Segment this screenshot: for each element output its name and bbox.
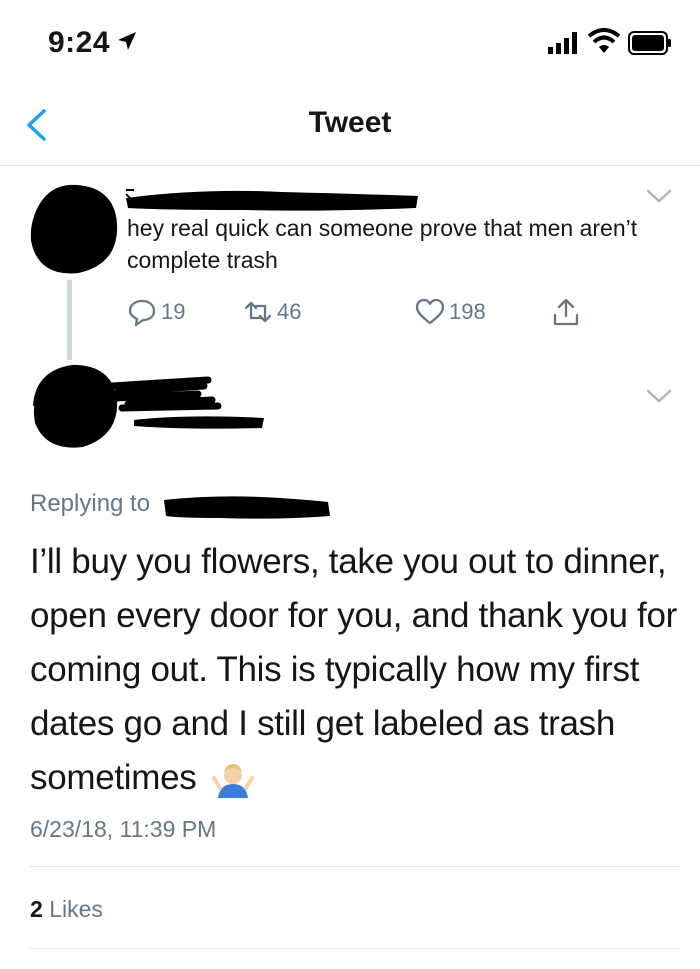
like-count: 198 bbox=[449, 299, 486, 324]
page-title: Tweet bbox=[308, 106, 392, 139]
reply-icon bbox=[128, 299, 156, 327]
battery-icon bbox=[628, 31, 671, 55]
person-shrugging-emoji bbox=[211, 763, 254, 798]
share-button[interactable] bbox=[551, 294, 581, 330]
retweet-icon bbox=[244, 301, 272, 323]
likes-count: 2 bbox=[30, 896, 43, 922]
parent-tweet[interactable]: hey real quick can someone prove that me… bbox=[0, 166, 700, 356]
retweet-button[interactable]: 46 bbox=[243, 294, 301, 330]
signal-bars-icon bbox=[548, 32, 577, 54]
parent-tweet-text: hey real quick can someone prove that me… bbox=[127, 215, 638, 273]
avatar[interactable] bbox=[30, 360, 120, 450]
tweet-timestamp: 6/23/18, 11:39 PM bbox=[30, 816, 217, 842]
main-tweet-text: I’ll buy you flowers, take you out to di… bbox=[30, 535, 680, 805]
status-time: 9:24 bbox=[48, 26, 111, 59]
tweet-actions: 19 46 198 bbox=[127, 294, 667, 334]
heart-icon bbox=[415, 298, 445, 325]
replying-to-label: Replying to bbox=[30, 490, 151, 517]
reply-button[interactable]: 19 bbox=[127, 294, 185, 330]
thread-line bbox=[67, 280, 72, 360]
chevron-down-icon[interactable] bbox=[644, 186, 674, 206]
likes-summary[interactable]: 2 Likes bbox=[30, 896, 103, 923]
avatar[interactable] bbox=[28, 180, 118, 276]
redacted-username bbox=[108, 376, 264, 429]
share-icon bbox=[553, 298, 579, 326]
reply-count: 19 bbox=[161, 299, 186, 324]
divider bbox=[30, 948, 680, 949]
nav-bar: Tweet bbox=[0, 90, 700, 166]
location-arrow-icon bbox=[118, 32, 136, 50]
main-tweet-body: I’ll buy you flowers, take you out to di… bbox=[30, 542, 677, 797]
wifi-icon bbox=[588, 28, 620, 53]
retweet-count: 46 bbox=[277, 299, 302, 324]
redacted-mention[interactable] bbox=[160, 490, 335, 526]
like-button[interactable]: 198 bbox=[415, 294, 486, 330]
divider bbox=[30, 866, 680, 867]
likes-label: Likes bbox=[49, 896, 103, 922]
chevron-down-icon[interactable] bbox=[644, 386, 674, 406]
status-bar: 9:24 bbox=[0, 0, 700, 90]
